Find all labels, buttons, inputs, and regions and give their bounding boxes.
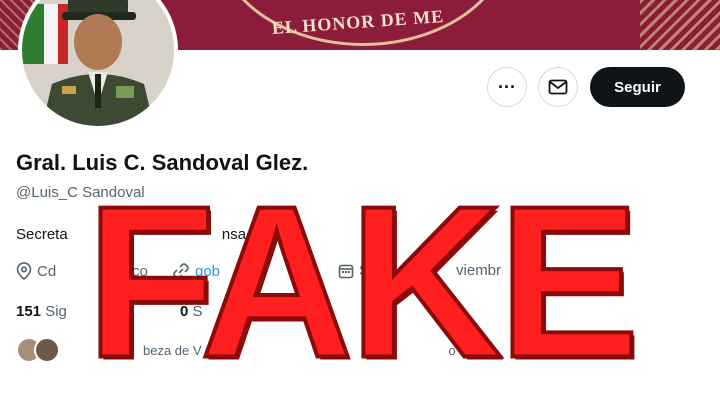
- mail-icon: [548, 79, 568, 95]
- location-text: Cd: [37, 262, 57, 280]
- following-label: Sig: [45, 303, 67, 320]
- avatar-photo: [22, 0, 174, 126]
- message-button[interactable]: [538, 67, 578, 107]
- location-pin-icon: [16, 262, 32, 280]
- fake-stamp: FAKE: [84, 160, 641, 403]
- followed-by-avatars: [16, 337, 60, 363]
- mini-avatar: [34, 337, 60, 363]
- following-count[interactable]: 151 Sig: [16, 303, 67, 320]
- profile-avatar[interactable]: [18, 0, 178, 130]
- more-icon: ···: [498, 76, 516, 97]
- follow-button[interactable]: Seguir: [590, 67, 685, 107]
- banner-pattern-right: [640, 0, 720, 50]
- more-options-button[interactable]: ···: [487, 67, 527, 107]
- following-number: 151: [16, 303, 42, 320]
- bio-text: Secreta: [16, 226, 68, 243]
